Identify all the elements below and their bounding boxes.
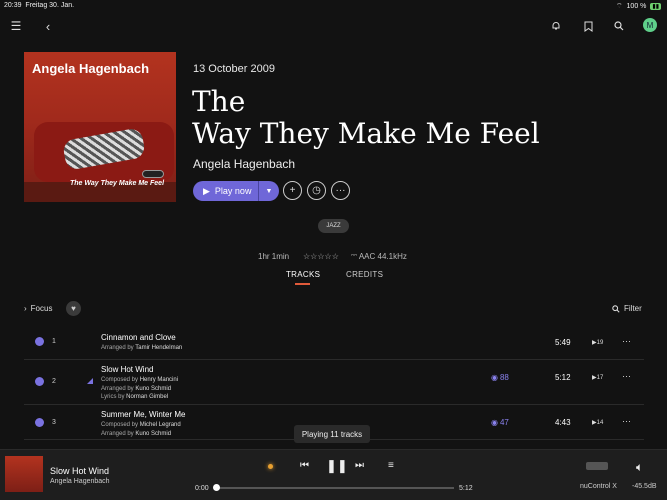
track-number: 3 — [52, 419, 56, 426]
audio-format: ᵔᵔ AAC 44.1kHz — [351, 252, 407, 261]
track-number: 2 — [52, 378, 56, 385]
add-icon[interactable]: + — [283, 181, 302, 200]
device-name[interactable]: nuControl X — [580, 483, 617, 490]
status-time: 20:39 — [4, 2, 22, 9]
more-options-icon[interactable]: ··· — [622, 371, 631, 381]
status-date: Freitag 30. Jan. — [25, 2, 75, 9]
track-plays: ◉ 88 — [491, 373, 509, 382]
track-title[interactable]: Cinnamon and Clove — [101, 333, 176, 342]
progress-handle[interactable] — [213, 484, 220, 491]
play-count: ▶14 — [592, 420, 604, 426]
track-credits: Composed by Michel Legrand Arranged by K… — [101, 422, 181, 437]
more-options-icon[interactable]: ··· — [622, 336, 631, 346]
active-tab-indicator — [295, 283, 310, 285]
rating-stars[interactable]: ☆☆☆☆☆ — [303, 252, 339, 261]
progress-bar[interactable] — [214, 487, 454, 489]
bell-icon[interactable] — [549, 19, 563, 33]
quality-indicator-icon[interactable] — [268, 464, 273, 469]
track-duration: 5:49 — [555, 338, 571, 347]
battery-percent: 100 % — [626, 3, 647, 10]
wifi-icon: ⌔ — [615, 3, 623, 10]
table-row[interactable]: 1 Cinnamon and Clove Arranged by Tamir H… — [24, 326, 644, 360]
tab-credits[interactable]: CREDITS — [346, 270, 383, 279]
track-title[interactable]: Slow Hot Wind — [101, 365, 153, 374]
focus-button[interactable]: › Focus — [24, 304, 52, 313]
album-artist[interactable]: Angela Hagenbach — [193, 157, 295, 171]
cover-title-text: The Way They Make Me Feel — [70, 180, 165, 187]
next-icon[interactable]: ⏭ — [355, 460, 364, 471]
chevron-right-icon: › — [24, 304, 27, 313]
search-icon[interactable] — [612, 19, 626, 33]
play-count: ▶19 — [592, 340, 604, 346]
toast-message: Playing 11 tracks — [294, 425, 370, 443]
radio-icon: ◉ — [491, 418, 498, 427]
more-options-icon[interactable]: ··· — [331, 181, 350, 200]
track-credits: Composed by Henry Mancini Arranged by Ku… — [101, 377, 179, 400]
track-number: 1 — [52, 338, 56, 345]
previous-icon[interactable]: ⏮ — [300, 460, 309, 471]
track-title[interactable]: Summer Me, Winter Me — [101, 410, 185, 419]
genre-tag[interactable]: JAZZ — [318, 219, 349, 233]
release-date: 13 October 2009 — [193, 63, 275, 75]
queue-icon[interactable]: ≡ — [388, 460, 394, 471]
heart-icon[interactable]: ♥ — [66, 301, 81, 316]
track-duration: 5:12 — [555, 373, 571, 382]
play-options-dropdown[interactable]: ▼ — [259, 188, 279, 195]
battery-icon: ▮▮ — [650, 3, 661, 10]
device-icon[interactable] — [586, 462, 608, 470]
status-bar: 20:39 Freitag 30. Jan. ⌔ 100 % ▮▮ — [0, 0, 667, 12]
volume-icon[interactable]: 🔈︎ — [636, 460, 643, 475]
radio-icon[interactable]: ◷ — [307, 181, 326, 200]
label-logo — [142, 170, 164, 178]
album-duration: 1hr 1min — [258, 252, 290, 261]
radio-icon: ◉ — [491, 373, 498, 382]
volume-level[interactable]: -45.5dB — [632, 483, 657, 490]
play-count: ▶17 — [592, 375, 604, 381]
album-title: The Way They Make Me Feel — [192, 85, 540, 150]
track-plays: ◉ 47 — [491, 418, 509, 427]
play-now-label: Play now — [214, 186, 252, 196]
bookmark-icon[interactable] — [581, 19, 595, 33]
cover-artist-text: Angela Hagenbach — [32, 61, 150, 76]
play-icon: ▶ — [203, 185, 210, 196]
quality-icon: ᵔᵔ — [351, 252, 358, 261]
now-playing-artist[interactable]: Angela Hagenbach — [50, 478, 110, 485]
more-options-icon[interactable]: ··· — [622, 416, 631, 426]
pause-icon[interactable]: ❚❚ — [326, 458, 348, 474]
tab-tracks[interactable]: TRACKS — [286, 270, 320, 279]
now-playing-artwork[interactable] — [5, 456, 43, 492]
now-playing-title[interactable]: Slow Hot Wind — [50, 466, 109, 476]
play-track-icon[interactable] — [35, 418, 44, 427]
avatar[interactable]: M — [643, 18, 657, 32]
album-cover: Angela Hagenbach The Way They Make Me Fe… — [24, 52, 176, 202]
play-now-button[interactable]: ▶ Play now ▼ — [193, 181, 279, 201]
play-track-icon[interactable] — [35, 377, 44, 386]
total-time: 5:12 — [459, 485, 473, 492]
elapsed-time: 0:00 — [195, 485, 209, 492]
filter-button[interactable]: Filter — [612, 304, 642, 313]
table-row[interactable]: 2 Slow Hot Wind Composed by Henry Mancin… — [24, 361, 644, 405]
search-icon — [612, 304, 620, 313]
back-icon[interactable]: ‹ — [41, 19, 55, 34]
menu-icon[interactable]: ☰ — [9, 19, 23, 33]
track-duration: 4:43 — [555, 418, 571, 427]
play-track-icon[interactable] — [35, 337, 44, 346]
now-playing-indicator — [87, 378, 93, 384]
track-credits: Arranged by Tamir Hendelman — [101, 345, 183, 351]
